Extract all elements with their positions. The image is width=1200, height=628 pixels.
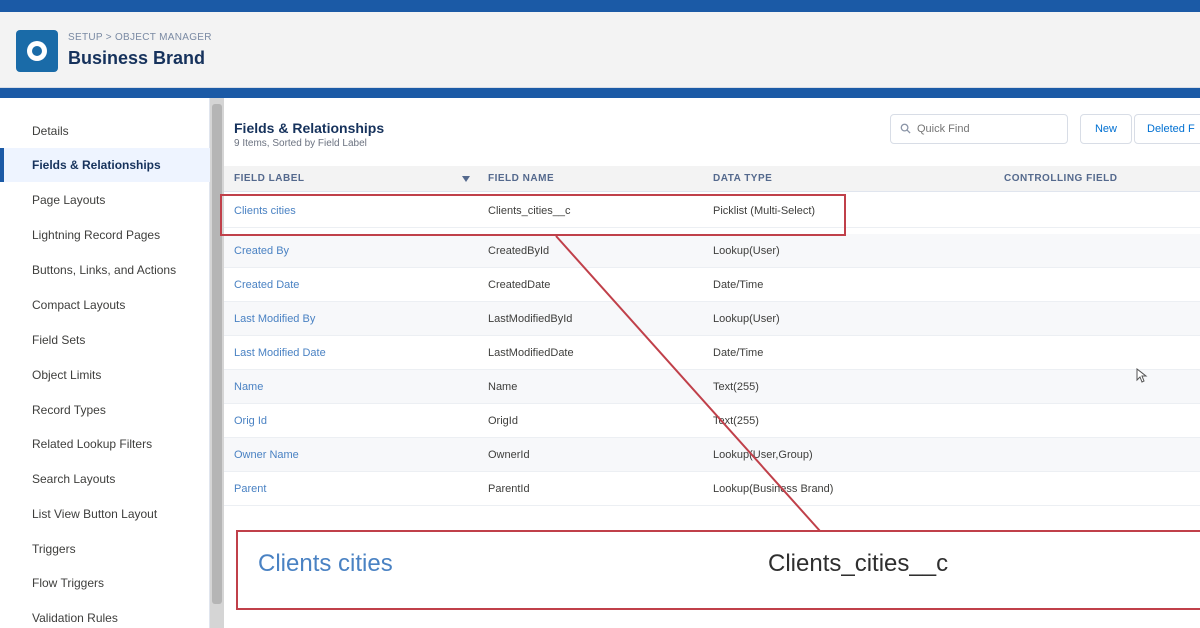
sidebar-item-lightning-record-pages[interactable]: Lightning Record Pages <box>0 218 210 252</box>
sidebar-item-search-layouts[interactable]: Search Layouts <box>0 462 210 496</box>
field-label-link[interactable]: Created Date <box>234 268 299 302</box>
sidebar-item-field-sets[interactable]: Field Sets <box>0 323 210 357</box>
object-header: SETUP > OBJECT MANAGER Business Brand <box>0 12 1200 88</box>
data-type: Lookup(User,Group) <box>713 449 813 461</box>
table-row: Name Name Text(255) <box>224 370 1200 404</box>
data-type: Date/Time <box>713 279 764 291</box>
sidebar-item-triggers[interactable]: Triggers <box>0 532 210 566</box>
table-row: Created Date CreatedDate Date/Time <box>224 268 1200 302</box>
sidebar-item-record-types[interactable]: Record Types <box>0 393 210 427</box>
sidebar-item-compact-layouts[interactable]: Compact Layouts <box>0 288 210 322</box>
breadcrumb[interactable]: SETUP > OBJECT MANAGER <box>68 32 212 43</box>
field-name: LastModifiedDate <box>488 347 574 359</box>
sidebar-item-object-limits[interactable]: Object Limits <box>0 358 210 392</box>
field-label-link[interactable]: Parent <box>234 472 266 506</box>
sidebar-item-flow-triggers[interactable]: Flow Triggers <box>0 566 210 600</box>
sort-down-icon[interactable] <box>462 175 470 183</box>
data-type: Lookup(User) <box>713 245 780 257</box>
field-label-link[interactable]: Orig Id <box>234 404 267 438</box>
table-row: Created By CreatedById Lookup(User) <box>224 234 1200 268</box>
callout-field-name: Clients_cities__c <box>768 550 949 577</box>
sidebar-item-details[interactable]: Details <box>0 114 210 148</box>
mouse-cursor-icon <box>1136 368 1148 383</box>
table-row: Parent ParentId Lookup(Business Brand) <box>224 472 1200 506</box>
field-label-link[interactable]: Created By <box>234 234 289 268</box>
field-name: Name <box>488 381 518 393</box>
deleted-fields-button[interactable]: Deleted F <box>1134 114 1200 144</box>
sidebar-item-fields-relationships[interactable]: Fields & Relationships <box>0 148 210 182</box>
table-row: Last Modified Date LastModifiedDate Date… <box>224 336 1200 370</box>
field-label-link[interactable]: Owner Name <box>234 438 299 472</box>
column-header-field-label[interactable]: FIELD LABEL <box>234 166 305 192</box>
sidebar: Details Fields & Relationships Page Layo… <box>0 98 210 628</box>
table-row: Last Modified By LastModifiedById Lookup… <box>224 302 1200 336</box>
quick-find-input[interactable] <box>890 114 1068 144</box>
field-name: CreatedDate <box>488 279 551 291</box>
section-subtitle: 9 Items, Sorted by Field Label <box>234 138 367 149</box>
blue-band <box>0 88 1200 98</box>
data-type: Text(255) <box>713 381 759 393</box>
column-header-field-name[interactable]: FIELD NAME <box>488 166 554 192</box>
page-title: Business Brand <box>68 48 206 68</box>
sidebar-item-related-lookup-filters[interactable]: Related Lookup Filters <box>0 427 210 461</box>
field-label-link[interactable]: Last Modified By <box>234 302 315 336</box>
field-name: OwnerId <box>488 449 530 461</box>
column-header-controlling-field[interactable]: CONTROLLING FIELD <box>1004 166 1118 192</box>
object-icon <box>16 30 58 72</box>
data-type: Lookup(Business Brand) <box>713 483 834 495</box>
table-row: Orig Id OrigId Text(255) <box>224 404 1200 438</box>
field-name: LastModifiedById <box>488 313 573 325</box>
table-row: Owner Name OwnerId Lookup(User,Group) <box>224 438 1200 472</box>
field-label-link[interactable]: Last Modified Date <box>234 336 326 370</box>
search-icon <box>900 123 911 134</box>
scrollbar-thumb[interactable] <box>212 104 222 604</box>
field-name: ParentId <box>488 483 530 495</box>
field-name: OrigId <box>488 415 518 427</box>
data-type: Date/Time <box>713 347 764 359</box>
section-title: Fields & Relationships <box>234 120 385 136</box>
table-header: FIELD LABEL FIELD NAME DATA TYPE CONTROL… <box>224 166 1200 192</box>
sidebar-item-validation-rules[interactable]: Validation Rules <box>0 601 210 628</box>
sidebar-item-page-layouts[interactable]: Page Layouts <box>0 183 210 217</box>
sidebar-scrollbar[interactable] <box>210 98 224 628</box>
top-blue-strip <box>0 0 1200 12</box>
new-button[interactable]: New <box>1080 114 1132 144</box>
field-name: CreatedById <box>488 245 550 257</box>
column-header-data-type[interactable]: DATA TYPE <box>713 166 772 192</box>
data-type: Text(255) <box>713 415 759 427</box>
field-label-link[interactable]: Name <box>234 370 263 404</box>
sidebar-item-list-view-button-layout[interactable]: List View Button Layout <box>0 497 210 531</box>
zoom-callout-box: Clients cities Clients_cities__c <box>236 530 1200 610</box>
callout-field-label: Clients cities <box>258 550 393 577</box>
sidebar-item-buttons-links-actions[interactable]: Buttons, Links, and Actions <box>0 253 210 287</box>
row-highlight-box <box>220 194 846 236</box>
data-type: Lookup(User) <box>713 313 780 325</box>
